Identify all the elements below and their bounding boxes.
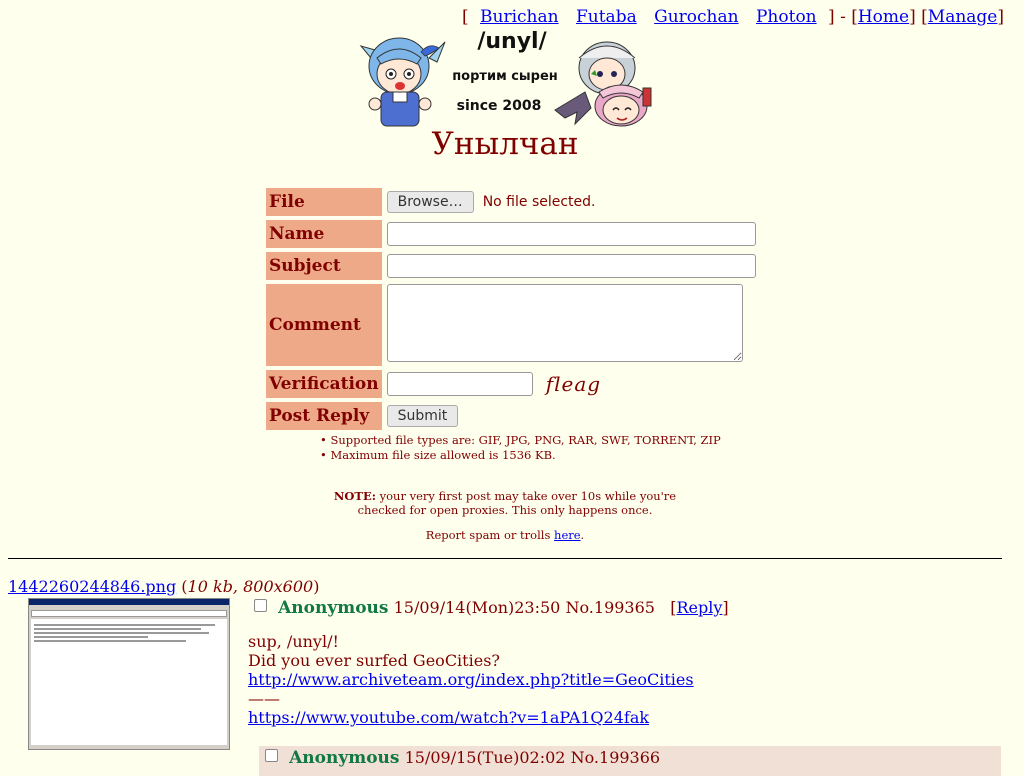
reply-post-number[interactable]: No.199366 [571,748,661,767]
op-divider-text: —— [248,689,280,708]
nav-link-futaba[interactable]: Futaba [576,7,637,27]
left-character-image [359,37,446,127]
post-form: File Browse… No file selected. Name Subj… [265,185,760,433]
comment-row: Comment [265,283,760,367]
op-link-youtube[interactable]: https://www.youtube.com/watch?v=1aPA1Q24… [248,708,649,727]
nav-link-home[interactable]: Home [858,7,909,27]
submit-row: Post Reply Submit [265,401,760,431]
captcha-image: fleag [545,372,602,396]
name-input[interactable] [386,222,756,246]
board-navigation: [ Burichan Futaba Gurochan Photon ] - [H… [461,7,1004,27]
browse-button[interactable]: Browse… [386,191,474,213]
nav-link-burichan[interactable]: Burichan [480,7,559,27]
op-post-number[interactable]: No.199365 [565,598,655,617]
report-text: Report spam or trolls [425,528,551,542]
banner-since: since 2008 [457,98,542,114]
comment-label: Comment [265,283,383,367]
op-line-2: Did you ever surfed GeoCities? [248,651,500,670]
report-spam: Report spam or trolls here. [425,528,585,542]
report-here-link[interactable]: here [554,528,581,542]
subject-label: Subject [265,251,383,281]
reply-post-header: Anonymous 15/09/15(Tue)02:02 No.199366 [265,748,660,768]
nav-link-photon[interactable]: Photon [756,7,817,27]
banner-motto: портим сырен [452,69,558,84]
no-file-text: No file selected. [482,194,596,210]
nav-link-gurochan[interactable]: Gurochan [654,7,738,27]
subject-input[interactable] [386,254,756,278]
banner-board-slug: /unyl/ [477,29,547,54]
nav-link-manage[interactable]: Manage [928,7,998,27]
board-title: Унылчан [431,126,579,162]
file-label: File [265,187,383,217]
name-row: Name [265,219,760,249]
op-post-header: Anonymous 15/09/14(Mon)23:50 No.199365 [… [254,598,729,618]
subject-row: Subject [265,251,760,281]
reply-delete-checkbox[interactable] [265,749,278,762]
divider [8,558,1002,559]
upload-rules: Supported file types are: GIF, JPG, PNG,… [320,433,721,463]
file-row: File Browse… No file selected. [265,187,760,217]
op-poster-name: Anonymous [278,598,389,618]
note-label: NOTE: [333,489,376,503]
op-link-geocities[interactable]: http://www.archiveteam.org/index.php?tit… [248,670,694,689]
verification-label: Verification [265,369,383,399]
op-reply-link[interactable]: Reply [676,598,722,617]
submit-button[interactable]: Submit [386,405,459,427]
op-line-1: sup, /unyl/! [248,632,339,651]
comment-textarea[interactable] [386,284,743,362]
reply-date: 15/09/15(Tue)02:02 [404,748,566,767]
rule-file-types: Supported file types are: GIF, JPG, PNG,… [320,433,720,448]
banner-illustration: /unyl/ портим сырен since 2008 [359,29,652,127]
board-banner: /unyl/ портим сырен since 2008 [359,28,659,128]
reply-poster-name: Anonymous [289,748,400,768]
proxy-note: NOTE: your very first post may take over… [0,489,1010,517]
post-thumbnail[interactable] [28,598,230,750]
right-characters-image [554,41,652,127]
rule-max-size: Maximum file size allowed is 1536 KB. [320,448,721,463]
op-message: sup, /unyl/! Did you ever surfed GeoCiti… [248,632,694,727]
post-reply-label: Post Reply [265,401,383,431]
op-date: 15/09/14(Mon)23:50 [393,598,561,617]
captcha-input[interactable] [386,372,533,396]
name-label: Name [265,219,383,249]
note-line-2: checked for open proxies. This only happ… [357,503,653,517]
file-meta: 10 kb, 800x600 [187,577,314,596]
file-link[interactable]: 1442260244846.png [8,577,176,596]
verification-row: Verification fleag [265,369,760,399]
file-info: 1442260244846.png (10 kb, 800x600) [8,577,320,596]
note-line-1: your very first post may take over 10s w… [379,489,677,503]
op-delete-checkbox[interactable] [254,599,267,612]
